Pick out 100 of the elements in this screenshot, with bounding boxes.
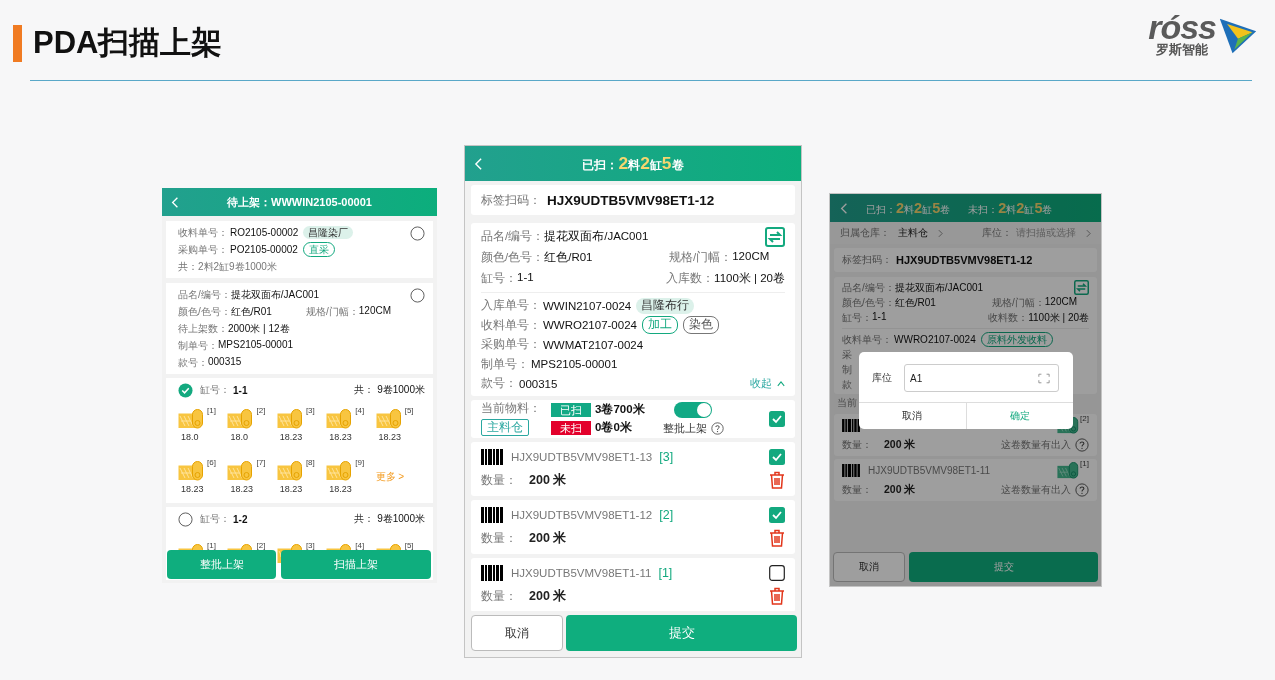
more-link[interactable]: 更多 > bbox=[375, 470, 405, 484]
roll-code: HJX9UDTB5VMV98ET1-12 bbox=[511, 509, 653, 521]
field-label: 数量： bbox=[842, 437, 872, 452]
radio-button[interactable] bbox=[410, 288, 425, 303]
field-label: 数量： bbox=[481, 472, 517, 488]
location-input[interactable]: A1 bbox=[904, 364, 1059, 392]
field-label: 共： bbox=[354, 512, 375, 526]
field-label: 采 bbox=[842, 347, 852, 362]
cancel-button[interactable]: 取消 bbox=[833, 552, 905, 582]
field-value: 1-1 bbox=[517, 271, 534, 285]
roll-index: [1] bbox=[658, 566, 673, 580]
back-icon[interactable] bbox=[840, 201, 848, 215]
checkbox[interactable] bbox=[769, 449, 785, 465]
note-text: 这卷数量有出入 bbox=[1001, 482, 1071, 497]
help-icon[interactable] bbox=[1075, 437, 1089, 452]
checkbox[interactable] bbox=[769, 565, 785, 581]
radio-button[interactable] bbox=[178, 382, 193, 398]
radio-button[interactable] bbox=[178, 511, 193, 527]
radio-button[interactable] bbox=[410, 226, 425, 241]
cancel-button[interactable]: 取消 bbox=[471, 615, 563, 651]
field-label: 制单号： bbox=[178, 338, 218, 353]
field-value: 9卷1000米 bbox=[377, 383, 425, 397]
field-label: 库位 bbox=[872, 371, 892, 385]
warehouse-tag: 主料仓 bbox=[481, 418, 529, 437]
submit-button[interactable]: 提交 bbox=[909, 552, 1098, 582]
field-label: 制单号： bbox=[481, 356, 529, 372]
delete-icon[interactable] bbox=[769, 587, 785, 605]
delete-icon[interactable] bbox=[769, 471, 785, 489]
location-selector[interactable]: 归属仓库： 主料仓 bbox=[840, 226, 943, 240]
fabric-roll-icon bbox=[227, 408, 254, 429]
chevron-icon bbox=[1086, 228, 1091, 238]
field-value: WWRO2107-0024 bbox=[543, 319, 637, 332]
field-label: 规格/门幅： bbox=[992, 295, 1045, 310]
submit-button[interactable]: 提交 bbox=[566, 615, 797, 651]
chevron-icon bbox=[938, 228, 943, 238]
field-value: 2000米 | 12卷 bbox=[228, 321, 290, 336]
help-icon[interactable] bbox=[710, 421, 724, 435]
caret-icon bbox=[777, 380, 785, 388]
field-label: 品名/编号： bbox=[178, 287, 231, 302]
action-button[interactable]: 扫描上架 bbox=[281, 550, 431, 579]
field-label: 款号： bbox=[178, 355, 208, 370]
field-label: 颜色/色号： bbox=[842, 295, 895, 310]
field-value: 000315 bbox=[208, 355, 242, 369]
barcode-icon bbox=[481, 449, 503, 465]
header-title: 未扫：2料2缸5卷 bbox=[968, 199, 1053, 217]
field-label: 制 bbox=[842, 362, 852, 377]
roll-index: [3] bbox=[305, 541, 315, 550]
scan-icon[interactable] bbox=[1038, 372, 1050, 384]
roll-index: [1] bbox=[1080, 459, 1089, 468]
roll-length: 18.23 bbox=[328, 483, 352, 494]
field-value: RO2105-00002 bbox=[230, 227, 299, 238]
scan-field[interactable]: 标签扫码： HJX9UDTB5VMV98ET1-12 bbox=[471, 185, 795, 215]
dialog-button[interactable]: 确定 bbox=[965, 403, 1073, 429]
field-label: 数量： bbox=[481, 530, 517, 546]
delete-icon[interactable] bbox=[769, 529, 785, 547]
roll-code: HJX9UDTB5VMV98ET1-11 bbox=[868, 465, 991, 476]
checkbox[interactable] bbox=[769, 410, 785, 427]
field-label: 缸号： bbox=[842, 310, 872, 325]
field-label: 款 bbox=[842, 377, 852, 392]
checkbox[interactable] bbox=[769, 507, 785, 523]
field-value: PO2105-00002 bbox=[230, 244, 298, 255]
header-title: 待上架：WWWIN2105-00001 bbox=[226, 194, 373, 210]
back-icon[interactable] bbox=[473, 156, 483, 171]
back-icon[interactable] bbox=[171, 195, 179, 209]
action-button[interactable]: 整批上架 bbox=[167, 550, 276, 579]
roll-index: [4] bbox=[355, 541, 365, 550]
field-label: 品名/编号： bbox=[481, 229, 545, 244]
barcode-icon bbox=[842, 419, 860, 432]
swap-icon[interactable] bbox=[765, 226, 785, 247]
field-label: 入库数： bbox=[666, 271, 715, 286]
roll-length: 18.0 bbox=[229, 431, 248, 442]
roll-index: [1] bbox=[207, 541, 216, 550]
field-label: 数量： bbox=[481, 588, 517, 604]
tag: 昌隆布行 bbox=[636, 298, 695, 314]
fabric-roll-icon bbox=[326, 408, 353, 429]
collapse-link[interactable]: 收起 bbox=[750, 376, 772, 392]
field-value: 120CM bbox=[1044, 295, 1078, 309]
field-value: 1-2 bbox=[233, 513, 248, 525]
field-label: 颜色/色号： bbox=[481, 250, 545, 265]
roll-length: 18.0 bbox=[180, 431, 199, 442]
fabric-roll-icon bbox=[276, 460, 303, 481]
roll-index: [7] bbox=[256, 457, 266, 467]
dialog-button[interactable]: 取消 bbox=[859, 403, 966, 429]
header-title: 已扫：2料2缸5卷 bbox=[866, 199, 951, 217]
fabric-roll-icon bbox=[326, 460, 353, 481]
field-value: 120CM bbox=[732, 250, 770, 264]
field-label: 收料单号： bbox=[178, 225, 228, 240]
logo-wordmark: róss bbox=[1148, 12, 1216, 42]
barcode-icon bbox=[481, 507, 503, 523]
roll-length: 18.23 bbox=[278, 483, 303, 494]
swap-icon[interactable] bbox=[1074, 280, 1089, 295]
fabric-roll-icon bbox=[178, 460, 204, 481]
field-label: 待上架数： bbox=[178, 321, 228, 336]
roll-length: 18.23 bbox=[278, 431, 303, 442]
scan-field[interactable]: 标签扫码： HJX9UDTB5VMV98ET1-12 bbox=[834, 248, 1097, 272]
roll-length: 18.23 bbox=[377, 431, 402, 442]
tag: 昌隆染厂 bbox=[303, 225, 354, 240]
field-label: 采购单号： bbox=[481, 337, 541, 353]
toggle-switch[interactable] bbox=[674, 401, 713, 418]
help-icon[interactable] bbox=[1075, 482, 1089, 497]
